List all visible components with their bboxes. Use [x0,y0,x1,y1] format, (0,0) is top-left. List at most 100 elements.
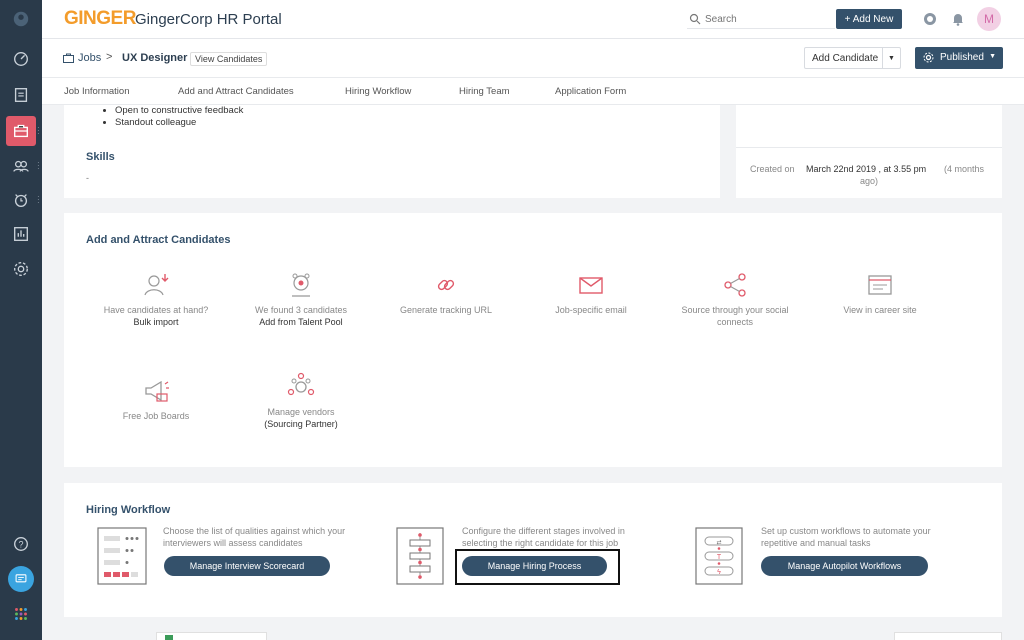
chat-icon[interactable] [8,566,34,592]
jobs-more-icon[interactable]: · · · [37,124,40,138]
settings-icon[interactable] [11,259,31,279]
list-item: Open to constructive feedback [115,105,243,117]
hiring-process-desc-2: selecting the right candidate for this j… [462,538,619,548]
career-site-line1: View in career site [843,305,917,315]
social-source-item[interactable]: Source through your social connects [665,270,805,328]
svg-text:ϟ: ϟ [717,569,721,576]
view-candidates-button[interactable]: View Candidates [190,52,268,66]
requisitions-icon[interactable] [11,85,31,105]
tab-application-form[interactable]: Application Form [555,86,626,97]
search-input[interactable] [705,11,833,27]
sub-header: Jobs > UX Designer View Candidates Add C… [42,39,1024,78]
reports-icon[interactable] [11,224,31,244]
candidates-icon[interactable] [11,156,31,176]
created-ago-cont: ago) [860,176,879,186]
talent-pool-line1: We found 3 candidates [255,305,347,315]
scorecard-icon [97,527,147,585]
hiring-process-icon [396,527,444,585]
tracking-url-line1: Generate tracking URL [399,305,493,315]
manage-autopilot-workflows-button[interactable]: Manage Autopilot Workflows [761,556,928,576]
bulk-import-line1: Have candidates at hand? [103,305,209,315]
created-value: March 22nd 2019 , at 3.55 pm [806,164,927,174]
tab-job-information[interactable]: Job Information [64,86,129,97]
chevron-down-icon: ▼ [989,53,996,60]
hiring-workflow-title: Hiring Workflow [86,504,171,516]
dashboard-icon[interactable] [11,49,31,69]
tab-add-and-attract[interactable]: Add and Attract Candidates [178,86,294,97]
avatar[interactable]: M [977,7,1001,31]
add-candidate-button[interactable]: Add Candidate ▼ [804,47,901,69]
bottom-widget-left[interactable] [156,632,267,640]
tab-hiring-workflow[interactable]: Hiring Workflow [345,86,411,97]
gear-icon [923,52,934,63]
skills-title: Skills [86,151,115,163]
search-icon [689,13,701,25]
add-attract-card: Add and Attract Candidates Have candidat… [64,213,1002,467]
job-boards-line1: Free Job Boards [122,411,190,421]
svg-text:⇄: ⇄ [716,539,721,546]
mail-icon [579,277,603,294]
jobs-icon[interactable] [11,121,31,141]
qualities-list: Open to constructive feedback Standout c… [115,105,243,129]
divider [736,147,1002,148]
page-title: UX Designer [122,52,188,64]
published-label: Published [940,52,984,63]
add-new-button[interactable]: + Add New [836,9,902,29]
career-site-item[interactable]: View in career site [810,270,950,316]
add-candidate-label: Add Candidate [812,53,879,64]
hiring-process-desc-1: Configure the different stages involved … [462,526,625,536]
ginger-logo[interactable]: GINGER [64,8,136,30]
briefcase-icon [63,53,74,63]
vendors-item[interactable]: Manage vendors (Sourcing Partner) [231,372,371,430]
social-source-line1: Source through your social [681,305,789,315]
link-icon [437,279,455,291]
list-item: Standout colleague [115,117,243,129]
top-header: GINGER GingerCorp HR Portal + Add New M [42,0,1024,39]
browser-icon [868,275,892,295]
bell-icon[interactable] [950,11,966,27]
app-logo-icon[interactable] [11,9,31,29]
alarm-more-icon[interactable]: · · · [37,193,40,207]
chevron-down-icon[interactable]: ▼ [882,48,900,68]
candidates-more-icon[interactable]: · · · [37,159,40,173]
svg-text:T: T [717,554,722,561]
manage-interview-scorecard-button[interactable]: Manage Interview Scorecard [164,556,330,576]
created-label: Created on [750,164,795,174]
job-email-item[interactable]: Job-specific email [521,270,661,316]
bulk-import-icon [144,274,169,296]
tab-bar: Job Information Add and Attract Candidat… [42,78,1024,105]
scorecard-desc-1: Choose the list of qualities against whi… [163,526,346,536]
tab-hiring-team[interactable]: Hiring Team [459,86,510,97]
chat-bubble-icon[interactable] [922,11,938,27]
vendors-line1: Manage vendors [267,407,335,417]
svg-text:?: ? [18,540,23,550]
apps-grid-icon[interactable] [11,604,31,624]
job-boards-item[interactable]: Free Job Boards [86,376,226,422]
scorecard-desc-2: interviewers will assess candidates [163,538,303,548]
job-description-card: Open to constructive feedback Standout c… [64,105,720,198]
social-source-line2: connects [716,317,754,327]
tracking-url-item[interactable]: Generate tracking URL [376,270,516,316]
hiring-workflow-card: Hiring Workflow Choose the list of quali… [64,483,1002,617]
vendors-line2: (Sourcing Partner) [264,419,338,429]
job-email-line1: Job-specific email [555,305,627,315]
left-nav: · · · · · · · · · ? [0,0,42,640]
manage-hiring-process-button[interactable]: Manage Hiring Process [462,556,607,576]
megaphone-icon [145,380,169,402]
bulk-import-item[interactable]: Have candidates at hand? Bulk import [86,270,226,328]
published-button[interactable]: Published ▼ [915,47,1003,69]
job-meta-card: Created on March 22nd 2019 , at 3.55 pm … [736,105,1002,198]
skills-value: - [86,173,89,183]
help-icon[interactable]: ? [11,534,31,554]
bottom-widget-right[interactable] [894,632,1002,640]
add-attract-title: Add and Attract Candidates [86,234,231,246]
autopilot-desc-2: repetitive and manual tasks [761,538,871,548]
vendors-icon [287,372,315,396]
breadcrumb-jobs[interactable]: Jobs [78,52,101,64]
talent-pool-item[interactable]: We found 3 candidates Add from Talent Po… [231,270,371,328]
alarm-icon[interactable] [11,190,31,210]
created-ago: (4 months [944,164,985,174]
autopilot-icon: ⇄ T ϟ [695,527,743,585]
search-box[interactable] [687,11,835,29]
share-icon [724,273,746,297]
